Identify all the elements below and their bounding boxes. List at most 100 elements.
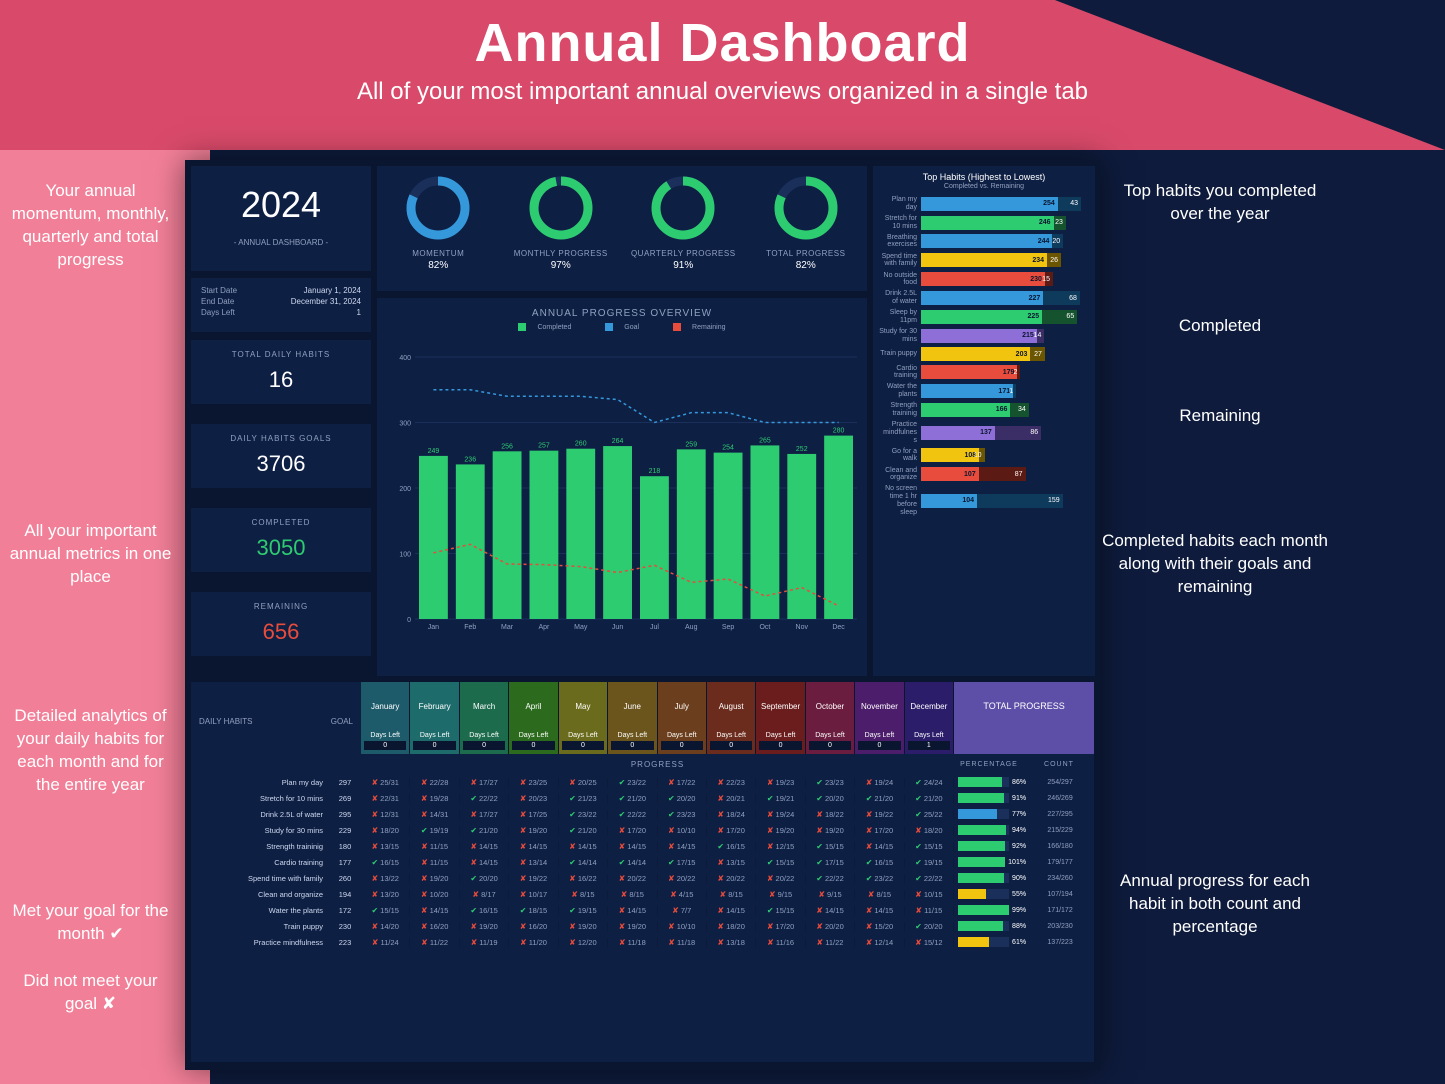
svg-text:Apr: Apr (538, 624, 550, 631)
habit-row: Water the plants172✔15/15✘14/15✔16/15✔18… (191, 902, 1094, 918)
top-habit-row: Study for 30 mins21514 (879, 328, 1089, 343)
donut-monthly-progress: MONTHLY PROGRESS97% (500, 166, 623, 291)
habit-row: Plan my day297✘25/31✘22/28✘17/27✘23/25✘2… (191, 774, 1094, 790)
year-subtitle: - ANNUAL DASHBOARD - (191, 238, 371, 247)
top-habit-row: Strength traininig16634 (879, 402, 1089, 417)
habit-row: Train puppy230✘14/20✘16/20✘19/20✘16/20✘1… (191, 918, 1094, 934)
svg-text:300: 300 (399, 421, 411, 428)
svg-text:264: 264 (612, 438, 624, 445)
month-header-march: March (460, 682, 509, 730)
top-habit-row: Water the plants1711 (879, 383, 1089, 398)
svg-text:265: 265 (759, 437, 771, 444)
svg-text:200: 200 (399, 486, 411, 493)
callout-momentum: Your annual momentum, monthly, quarterly… (8, 180, 173, 272)
svg-text:Dec: Dec (832, 624, 845, 631)
top-habit-row: Plan my day25443 (879, 196, 1089, 211)
svg-text:257: 257 (538, 443, 550, 450)
habit-row: Study for 30 mins229✘18/20✔19/19✔21/20✘1… (191, 822, 1094, 838)
svg-text:0: 0 (407, 617, 411, 624)
svg-text:254: 254 (722, 445, 734, 452)
svg-text:252: 252 (796, 446, 808, 453)
top-habit-row: Go for a walk10810 (879, 448, 1089, 463)
svg-text:256: 256 (501, 443, 513, 450)
metric-2: COMPLETED3050 (191, 508, 371, 572)
top-habit-row: Train puppy20327 (879, 347, 1089, 361)
year-value: 2024 (191, 184, 371, 226)
metric-3: REMAINING656 (191, 592, 371, 656)
svg-text:236: 236 (464, 456, 476, 463)
svg-text:Jan: Jan (428, 624, 439, 631)
donut-momentum: MOMENTUM82% (377, 166, 500, 291)
page-subtitle: All of your most important annual overvi… (0, 78, 1445, 106)
chart-title: ANNUAL PROGRESS OVERVIEW (387, 308, 857, 319)
top-habit-row: Cardio training1792 (879, 365, 1089, 380)
habit-row: Spend time with family260✘13/22✘19/20✔20… (191, 870, 1094, 886)
month-header-june: June (608, 682, 657, 730)
svg-text:Jul: Jul (650, 624, 659, 631)
callout-metrics: All your important annual metrics in one… (8, 520, 173, 589)
svg-text:Aug: Aug (685, 624, 698, 631)
month-header-may: May (559, 682, 608, 730)
month-header-september: September (756, 682, 805, 730)
top-habits-panel: Top Habits (Highest to Lowest) Completed… (873, 166, 1095, 676)
svg-text:Nov: Nov (796, 624, 809, 631)
dates-panel: Start DateJanuary 1, 2024 End DateDecemb… (191, 278, 371, 332)
month-header-october: October (806, 682, 855, 730)
habit-row: Cardio training177✔16/15✘11/15✘14/15✘13/… (191, 854, 1094, 870)
callout-annual-progress: Annual progress for each habit in both c… (1110, 870, 1320, 939)
top-habit-row: No screen time 1 hr before sleep104159 (879, 485, 1089, 516)
svg-text:259: 259 (685, 441, 697, 448)
donut-total-progress: TOTAL PROGRESS82% (745, 166, 868, 291)
top-habit-row: Spend time with family23426 (879, 253, 1089, 268)
top-habit-row: Breathing exercises24420 (879, 234, 1089, 249)
top-habit-row: No outside food23015 (879, 272, 1089, 287)
bar-chart-svg: 0 100 200 300 400 249 Jan 236 Feb 256 Mar 257 Apr 260… (387, 337, 857, 657)
svg-text:Sep: Sep (722, 624, 735, 631)
habits-table: DAILY HABITS GOAL JanuaryFebruaryMarchAp… (191, 682, 1094, 1062)
top-habit-row: Drink 2.5L of water22768 (879, 290, 1089, 305)
habit-row: Stretch for 10 mins269✘22/31✘19/28✔22/22… (191, 790, 1094, 806)
donut-quarterly-progress: QUARTERLY PROGRESS91% (622, 166, 745, 291)
svg-text:400: 400 (399, 355, 411, 362)
month-header-july: July (658, 682, 707, 730)
dashboard: 2024 - ANNUAL DASHBOARD - Start DateJanu… (185, 160, 1100, 1070)
month-header-february: February (410, 682, 459, 730)
page-header: Annual Dashboard All of your most import… (0, 12, 1445, 106)
svg-text:249: 249 (428, 448, 440, 455)
callout-monthly-chart: Completed habits each month along with t… (1100, 530, 1330, 599)
habit-row: Practice mindfulness223✘11/24✘11/22✘11/1… (191, 934, 1094, 950)
chart-legend: Completed Goal Remaining (387, 323, 857, 331)
svg-text:Jun: Jun (612, 624, 623, 631)
callout-met-goal: Met your goal for the month ✔ (8, 900, 173, 946)
svg-text:100: 100 (399, 552, 411, 559)
svg-text:218: 218 (649, 468, 661, 475)
donuts-panel: MOMENTUM82%MONTHLY PROGRESS97%QUARTERLY … (377, 166, 867, 291)
callout-remaining: Remaining (1120, 405, 1320, 428)
callout-not-met: Did not meet your goal ✘ (8, 970, 173, 1016)
svg-text:Oct: Oct (759, 624, 770, 631)
callout-completed: Completed (1120, 315, 1320, 338)
callout-analytics: Detailed analytics of your daily habits … (8, 705, 173, 797)
svg-text:260: 260 (575, 441, 587, 448)
metric-1: DAILY HABITS GOALS3706 (191, 424, 371, 488)
year-panel: 2024 - ANNUAL DASHBOARD - (191, 166, 371, 271)
top-habit-row: Stretch for 10 mins24623 (879, 215, 1089, 230)
svg-text:May: May (574, 624, 588, 631)
habit-row: Strength traininig180✘13/15✘11/15✘14/15✘… (191, 838, 1094, 854)
metric-0: TOTAL DAILY HABITS16 (191, 340, 371, 404)
month-header-november: November (855, 682, 904, 730)
annual-progress-chart: ANNUAL PROGRESS OVERVIEW Completed Goal … (377, 298, 867, 676)
top-habit-row: Sleep by 11pm22565 (879, 309, 1089, 324)
callout-top-habits: Top habits you completed over the year (1120, 180, 1320, 226)
page-title: Annual Dashboard (0, 12, 1445, 74)
habit-row: Clean and organize194✘13/20✘10/20✘8/17✘1… (191, 886, 1094, 902)
top-habit-row: Practice mindfulnes s13786 (879, 421, 1089, 444)
top-habit-row: Clean and organize10787 (879, 467, 1089, 482)
month-header-april: April (509, 682, 558, 730)
svg-text:Feb: Feb (464, 624, 476, 631)
month-header-august: August (707, 682, 756, 730)
month-header-january: January (361, 682, 410, 730)
habit-row: Drink 2.5L of water295✘12/31✘14/31✘17/27… (191, 806, 1094, 822)
month-header-december: December (905, 682, 954, 730)
svg-text:Mar: Mar (501, 624, 514, 631)
